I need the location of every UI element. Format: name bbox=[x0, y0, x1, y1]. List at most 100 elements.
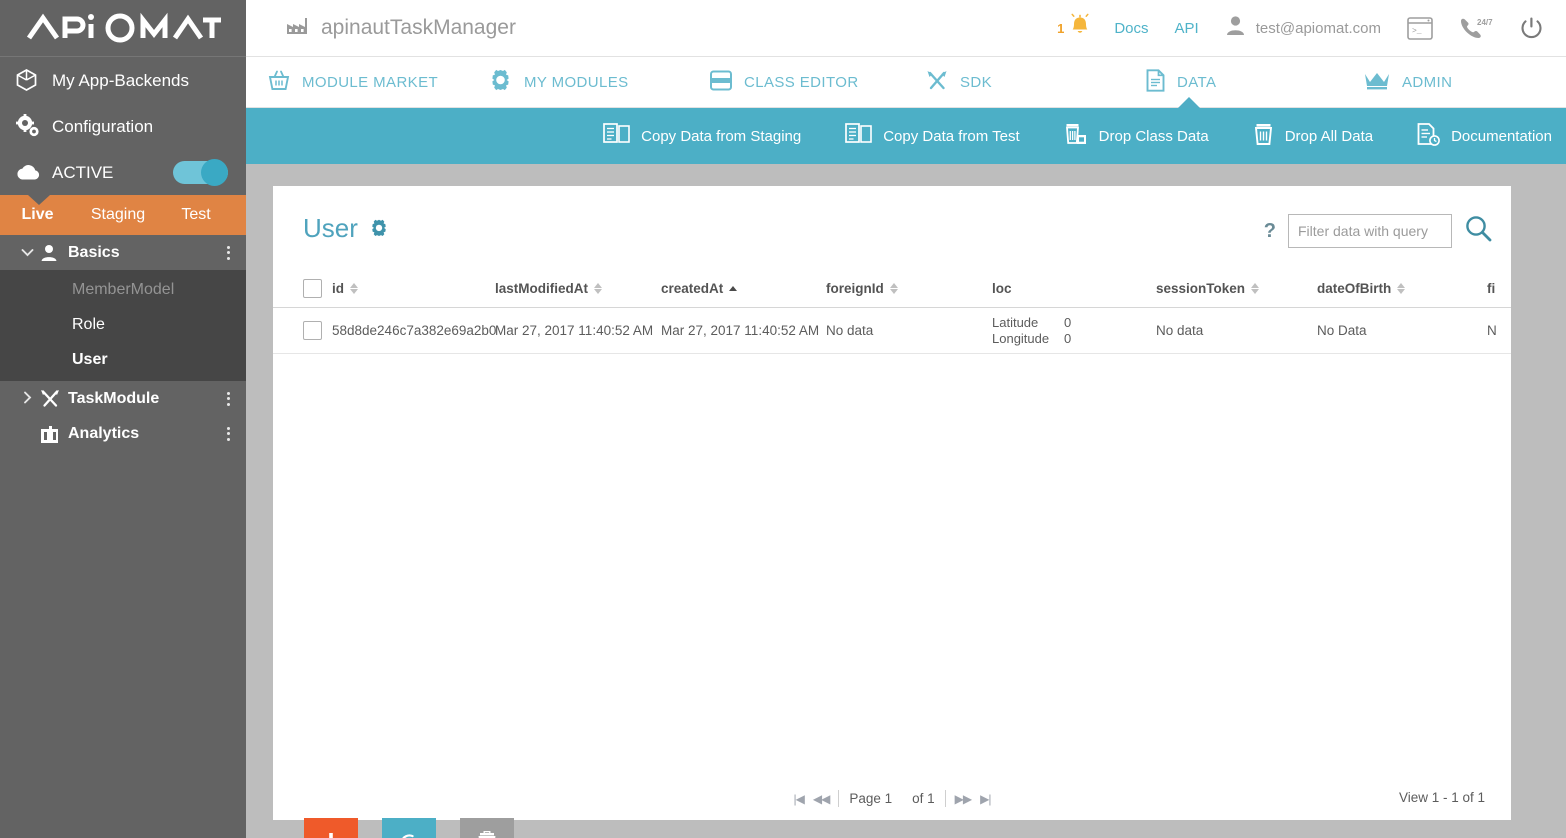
action-copy-data-from-test[interactable]: Copy Data from Test bbox=[845, 123, 1020, 149]
column-header-dateofbirth[interactable]: dateOfBirth bbox=[1317, 270, 1406, 307]
loc-latitude-label: Latitude bbox=[992, 315, 1039, 330]
phone-24-7-icon[interactable]: 24/7 bbox=[1459, 17, 1493, 39]
active-toggle[interactable] bbox=[173, 158, 228, 186]
action-label: Documentation bbox=[1451, 127, 1552, 145]
sort-icon[interactable] bbox=[889, 283, 898, 294]
chevron-down-icon[interactable] bbox=[14, 245, 40, 260]
copy-docs-icon bbox=[845, 123, 873, 149]
column-header-id[interactable]: id bbox=[332, 270, 358, 307]
chevron-right-icon[interactable] bbox=[14, 391, 40, 407]
cell-foreignid: No data bbox=[826, 323, 874, 338]
tab-module-market[interactable]: MODULE MARKET bbox=[268, 57, 438, 107]
toggle-knob bbox=[201, 158, 228, 186]
help-icon[interactable]: ? bbox=[1264, 220, 1276, 243]
loc-longitude-label: Longitude bbox=[992, 331, 1050, 346]
column-label: id bbox=[332, 281, 344, 296]
tab-label: MY MODULES bbox=[524, 73, 629, 91]
column-label: lastModifiedAt bbox=[495, 281, 588, 296]
column-header-sessiontoken[interactable]: sessionToken bbox=[1156, 270, 1260, 307]
prev-page-icon[interactable]: ◀◀ bbox=[813, 792, 830, 806]
plus-icon bbox=[329, 833, 333, 838]
tab-sdk[interactable]: SDK bbox=[926, 57, 992, 107]
sort-icon[interactable] bbox=[350, 283, 358, 294]
apiomat-logo[interactable] bbox=[0, 0, 246, 57]
tree-node-taskmodule[interactable]: TaskModule bbox=[0, 381, 246, 416]
table-icon bbox=[710, 70, 732, 95]
terminal-icon[interactable]: >_ bbox=[1407, 16, 1433, 40]
tab-admin[interactable]: ADMIN bbox=[1364, 57, 1452, 107]
env-tab-staging[interactable]: Staging bbox=[75, 206, 161, 224]
table-action-buttons bbox=[304, 818, 514, 838]
checkbox-box bbox=[303, 279, 322, 298]
cloud-icon bbox=[16, 164, 52, 181]
last-page-icon[interactable]: ▶| bbox=[980, 792, 991, 806]
action-documentation[interactable]: Documentation bbox=[1417, 122, 1552, 150]
sort-icon[interactable] bbox=[1251, 283, 1260, 294]
sort-icon[interactable] bbox=[594, 283, 602, 294]
loc-latitude-value: 0 bbox=[1064, 315, 1072, 330]
tree-node-menu-icon[interactable] bbox=[227, 426, 230, 441]
delete-button[interactable] bbox=[460, 818, 514, 838]
column-header-fi[interactable]: fi bbox=[1487, 270, 1511, 307]
tree-leaf-label: MemberModel bbox=[72, 280, 175, 298]
tab-label: DATA bbox=[1177, 73, 1217, 91]
action-drop-all-data[interactable]: Drop All Data bbox=[1253, 123, 1373, 150]
page-label: Page 1 bbox=[849, 791, 893, 806]
tree-leaf-membermodel[interactable]: MemberModel bbox=[0, 272, 246, 307]
sidebar-item-label: My App-Backends bbox=[52, 70, 190, 90]
next-page-icon[interactable]: ▶▶ bbox=[955, 792, 972, 806]
tree-node-analytics[interactable]: Analytics bbox=[0, 416, 246, 451]
tree-leaf-role[interactable]: Role bbox=[0, 307, 246, 342]
tab-class-editor[interactable]: CLASS EDITOR bbox=[710, 57, 859, 107]
header-link-docs[interactable]: Docs bbox=[1114, 20, 1148, 37]
bell-icon[interactable] bbox=[1068, 13, 1092, 43]
page-indicator: Page 1 of 1 bbox=[838, 790, 946, 807]
refresh-button[interactable] bbox=[382, 818, 436, 838]
notifications[interactable]: 1 bbox=[1057, 13, 1092, 43]
action-label: Drop Class Data bbox=[1098, 127, 1209, 145]
person-icon bbox=[40, 244, 68, 262]
document-icon bbox=[1146, 68, 1165, 96]
column-header-foreignid[interactable]: foreignId bbox=[826, 270, 898, 307]
column-header-createdat[interactable]: createdAt bbox=[661, 270, 738, 307]
sidebar-item-my-app-backends[interactable]: My App-Backends bbox=[0, 57, 246, 103]
sidebar-item-configuration[interactable]: Configuration bbox=[0, 103, 246, 149]
header-link-api[interactable]: API bbox=[1175, 20, 1199, 37]
sort-icon[interactable] bbox=[1397, 283, 1406, 294]
cell-lastmodifiedat: Mar 27, 2017 11:40:52 AM bbox=[495, 323, 654, 338]
env-tab-test[interactable]: Test bbox=[161, 206, 231, 224]
tree-node-basics[interactable]: Basics bbox=[0, 235, 246, 270]
sidebar-item-label: ACTIVE bbox=[52, 162, 114, 182]
tools-icon bbox=[926, 70, 948, 95]
panel-header: User ? bbox=[273, 186, 1511, 270]
row-select-checkbox[interactable] bbox=[303, 308, 322, 353]
tree-node-label: TaskModule bbox=[68, 389, 160, 407]
first-page-icon[interactable]: |◀ bbox=[794, 792, 805, 806]
filter-group: ? bbox=[1264, 214, 1493, 248]
tree-leaf-user[interactable]: User bbox=[0, 342, 246, 377]
action-drop-class-data[interactable]: Drop Class Data bbox=[1064, 123, 1209, 150]
data-action-bar: Copy Data from Staging Copy Data from Te… bbox=[246, 108, 1566, 164]
power-icon[interactable] bbox=[1519, 16, 1544, 41]
tab-label: CLASS EDITOR bbox=[744, 73, 859, 91]
add-button[interactable] bbox=[304, 818, 358, 838]
table-row[interactable]: 58d8de246c7a382e69a2b0 Mar 27, 2017 11:4… bbox=[273, 308, 1511, 354]
header-user[interactable]: test@apiomat.com bbox=[1225, 15, 1381, 41]
view-count: View 1 - 1 of 1 bbox=[1398, 790, 1485, 805]
gear-icon[interactable] bbox=[370, 213, 388, 244]
tab-label: SDK bbox=[960, 73, 993, 91]
env-tab-live[interactable]: Live bbox=[0, 206, 75, 224]
search-input[interactable] bbox=[1288, 214, 1452, 248]
sort-icon-active[interactable] bbox=[729, 286, 738, 291]
tab-label: MODULE MARKET bbox=[302, 73, 439, 91]
action-copy-data-from-staging[interactable]: Copy Data from Staging bbox=[603, 123, 801, 149]
tab-label: ADMIN bbox=[1402, 73, 1453, 91]
tree-node-menu-icon[interactable] bbox=[227, 391, 230, 406]
tree-node-menu-icon[interactable] bbox=[227, 245, 230, 260]
main-content: User ? Filter data with query id lastMod… bbox=[246, 164, 1566, 838]
column-header-lastmodifiedat[interactable]: lastModifiedAt bbox=[495, 270, 602, 307]
tab-my-modules[interactable]: MY MODULES bbox=[489, 57, 629, 107]
tab-data[interactable]: DATA bbox=[1146, 57, 1217, 108]
magnifier-icon[interactable] bbox=[1464, 214, 1493, 248]
select-all-checkbox[interactable] bbox=[303, 270, 322, 307]
